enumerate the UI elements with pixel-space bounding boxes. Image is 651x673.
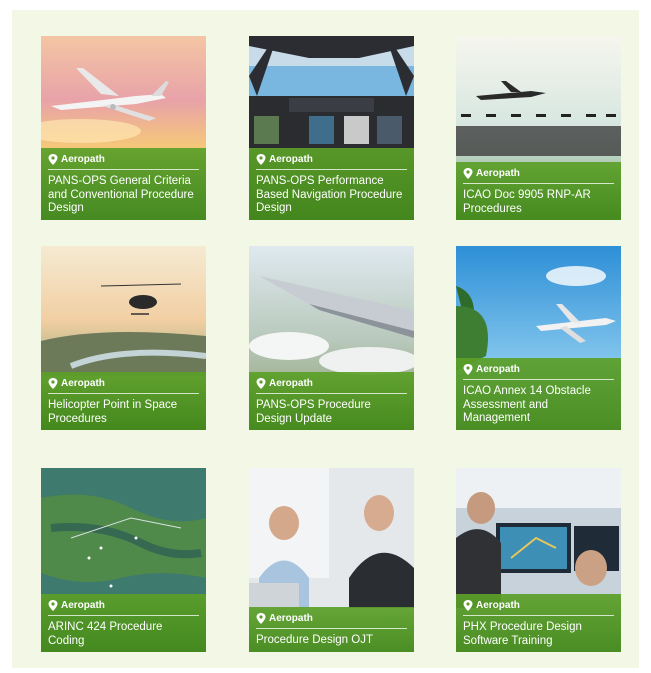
course-card-pans-ops-general[interactable]: Aeropath PANS-OPS General Criteria and C…: [41, 36, 206, 220]
course-card-band: Aeropath PANS-OPS Procedure Design Updat…: [249, 372, 414, 430]
aeropath-logo-icon: [48, 378, 58, 389]
course-card-icao-annex-14[interactable]: Aeropath ICAO Annex 14 Obstacle Assessme…: [456, 246, 621, 430]
course-card-band: Aeropath PANS-OPS Performance Based Navi…: [249, 148, 414, 220]
brand-row: Aeropath: [463, 600, 614, 616]
course-card-band: Aeropath Helicopter Point in Space Proce…: [41, 372, 206, 430]
brand-name: Aeropath: [61, 600, 105, 611]
course-title: PANS-OPS Performance Based Navigation Pr…: [256, 175, 403, 214]
brand-name: Aeropath: [476, 168, 520, 179]
course-title: ICAO Annex 14 Obstacle Assessment and Ma…: [463, 385, 591, 424]
brand-name: Aeropath: [61, 378, 105, 389]
course-card-band: Aeropath ICAO Annex 14 Obstacle Assessme…: [456, 358, 621, 430]
course-card-pans-ops-pbn[interactable]: Aeropath PANS-OPS Performance Based Navi…: [249, 36, 414, 220]
course-card-band: Aeropath Procedure Design OJT: [249, 607, 414, 652]
course-title: Procedure Design OJT: [256, 634, 373, 646]
brand-name: Aeropath: [476, 600, 520, 611]
course-card-icao-9905[interactable]: Aeropath ICAO Doc 9905 RNP-AR Procedures: [456, 36, 621, 220]
brand-row: Aeropath: [256, 613, 407, 629]
brand-name: Aeropath: [269, 378, 313, 389]
brand-row: Aeropath: [48, 600, 199, 616]
course-title: ARINC 424 Procedure Coding: [48, 621, 163, 647]
course-card-band: Aeropath PANS-OPS General Criteria and C…: [41, 148, 206, 220]
course-grid-panel: Aeropath PANS-OPS General Criteria and C…: [12, 10, 639, 668]
course-card-helicopter-pins[interactable]: Aeropath Helicopter Point in Space Proce…: [41, 246, 206, 430]
aeropath-logo-icon: [256, 613, 266, 624]
aeropath-logo-icon: [48, 600, 58, 611]
brand-name: Aeropath: [269, 613, 313, 624]
aeropath-logo-icon: [48, 154, 58, 165]
course-card-band: Aeropath ICAO Doc 9905 RNP-AR Procedures: [456, 162, 621, 220]
brand-row: Aeropath: [48, 378, 199, 394]
brand-row: Aeropath: [256, 154, 407, 170]
course-card-arinc-424[interactable]: Aeropath ARINC 424 Procedure Coding: [41, 468, 206, 652]
aeropath-logo-icon: [256, 378, 266, 389]
aeropath-logo-icon: [256, 154, 266, 165]
brand-name: Aeropath: [61, 154, 105, 165]
brand-row: Aeropath: [48, 154, 199, 170]
course-title: PANS-OPS Procedure Design Update: [256, 399, 371, 425]
course-title: PHX Procedure Design Software Training: [463, 621, 582, 647]
aeropath-logo-icon: [463, 364, 473, 375]
aeropath-logo-icon: [463, 600, 473, 611]
course-card-procedure-design-ojt[interactable]: Aeropath Procedure Design OJT: [249, 468, 414, 652]
course-title: ICAO Doc 9905 RNP-AR Procedures: [463, 189, 591, 215]
brand-row: Aeropath: [463, 168, 614, 184]
brand-row: Aeropath: [256, 378, 407, 394]
course-card-phx-software-training[interactable]: Aeropath PHX Procedure Design Software T…: [456, 468, 621, 652]
aeropath-logo-icon: [463, 168, 473, 179]
brand-row: Aeropath: [463, 364, 614, 380]
course-card-band: Aeropath ARINC 424 Procedure Coding: [41, 594, 206, 652]
course-title: PANS-OPS General Criteria and Convention…: [48, 175, 194, 214]
course-card-pans-ops-update[interactable]: Aeropath PANS-OPS Procedure Design Updat…: [249, 246, 414, 430]
brand-name: Aeropath: [476, 364, 520, 375]
brand-name: Aeropath: [269, 154, 313, 165]
course-card-band: Aeropath PHX Procedure Design Software T…: [456, 594, 621, 652]
course-title: Helicopter Point in Space Procedures: [48, 399, 178, 425]
